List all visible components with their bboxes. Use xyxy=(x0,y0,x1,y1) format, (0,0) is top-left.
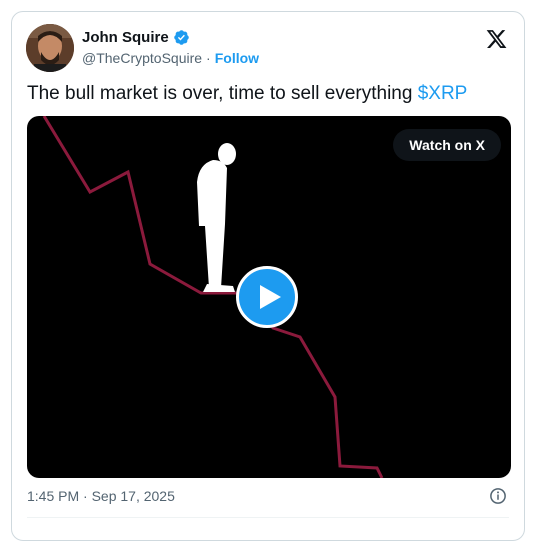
tweet-body: The bull market is over, time to sell ev… xyxy=(27,83,418,104)
separator-dot: · xyxy=(206,50,211,66)
verified-badge-icon xyxy=(173,30,189,45)
man-silhouette xyxy=(197,143,236,292)
info-icon[interactable] xyxy=(489,487,507,505)
play-icon xyxy=(260,285,281,309)
x-logo-icon[interactable] xyxy=(485,28,508,50)
tweet-timestamp[interactable]: 1:45 PM · Sep 17, 2025 xyxy=(27,488,175,504)
tweet-text: The bull market is over, time to sell ev… xyxy=(27,82,467,106)
cashtag-link[interactable]: $XRP xyxy=(418,83,468,104)
avatar[interactable] xyxy=(26,24,74,72)
footer-divider xyxy=(27,517,509,518)
play-button[interactable] xyxy=(236,266,298,328)
follow-button[interactable]: Follow xyxy=(215,50,259,66)
tweet-card: John Squire @TheCryptoSquire · Follow Th… xyxy=(11,11,525,541)
watch-on-x-button[interactable]: Watch on X xyxy=(393,129,501,161)
author-name-row: John Squire xyxy=(82,29,190,46)
video-media[interactable]: Watch on X xyxy=(27,116,511,478)
author-handle-row: @TheCryptoSquire · Follow xyxy=(82,50,259,66)
author-name[interactable]: John Squire xyxy=(82,29,169,46)
avatar-image xyxy=(26,24,74,72)
author-handle[interactable]: @TheCryptoSquire xyxy=(82,50,202,66)
